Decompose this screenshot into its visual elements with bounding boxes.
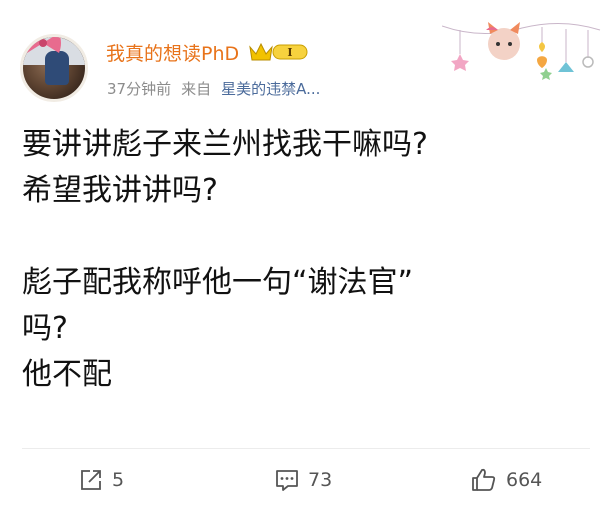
repost-icon xyxy=(81,470,101,490)
bow-icon xyxy=(25,37,61,53)
repost-count: 5 xyxy=(112,469,125,491)
post-content[interactable]: 要讲讲彪子来兰州找我干嘛吗? 希望我讲讲吗? 彪子配我称呼他一句“谢法官” 吗?… xyxy=(22,122,592,398)
content-line: 彪子配我称呼他一句“谢法官” xyxy=(22,265,414,300)
content-line xyxy=(22,214,592,260)
username[interactable]: 我真的想读PhD xyxy=(106,39,239,66)
vip-crown-icon[interactable]: I xyxy=(247,39,311,65)
content-line: 希望我讲讲吗? xyxy=(22,173,218,208)
like-count: 664 xyxy=(506,469,543,491)
content-line: 吗? xyxy=(22,311,68,346)
comment-count: 73 xyxy=(308,469,333,491)
content-line: 他不配 xyxy=(22,357,112,392)
post-time[interactable]: 37分钟前 xyxy=(107,78,171,99)
source-link[interactable]: 星美的违禁A... xyxy=(221,78,320,99)
divider xyxy=(22,448,590,449)
like-icon xyxy=(472,468,496,491)
decoration-icon xyxy=(442,22,601,80)
weibo-post: 我真的想读PhD I 37分钟前 来自 星美的违禁A... 要讲讲彪子来兰州找我… xyxy=(0,0,612,514)
username-row: 我真的想读PhD I xyxy=(106,36,311,68)
post-header: 我真的想读PhD I 37分钟前 来自 星美的违禁A... xyxy=(20,22,601,112)
source-prefix: 来自 xyxy=(181,80,212,98)
vip-level: I xyxy=(288,46,293,59)
comment-button[interactable]: 73 xyxy=(274,458,332,502)
action-bar: 5 73 664 xyxy=(0,458,612,502)
comment-icon xyxy=(276,470,298,491)
post-meta: 37分钟前 来自 星美的违禁A... xyxy=(107,78,320,99)
repost-button[interactable]: 5 xyxy=(78,458,124,502)
like-button[interactable]: 664 xyxy=(470,458,542,502)
avatar[interactable] xyxy=(20,34,88,102)
content-line: 要讲讲彪子来兰州找我干嘛吗? xyxy=(22,127,428,162)
avatar-figure xyxy=(45,51,69,85)
